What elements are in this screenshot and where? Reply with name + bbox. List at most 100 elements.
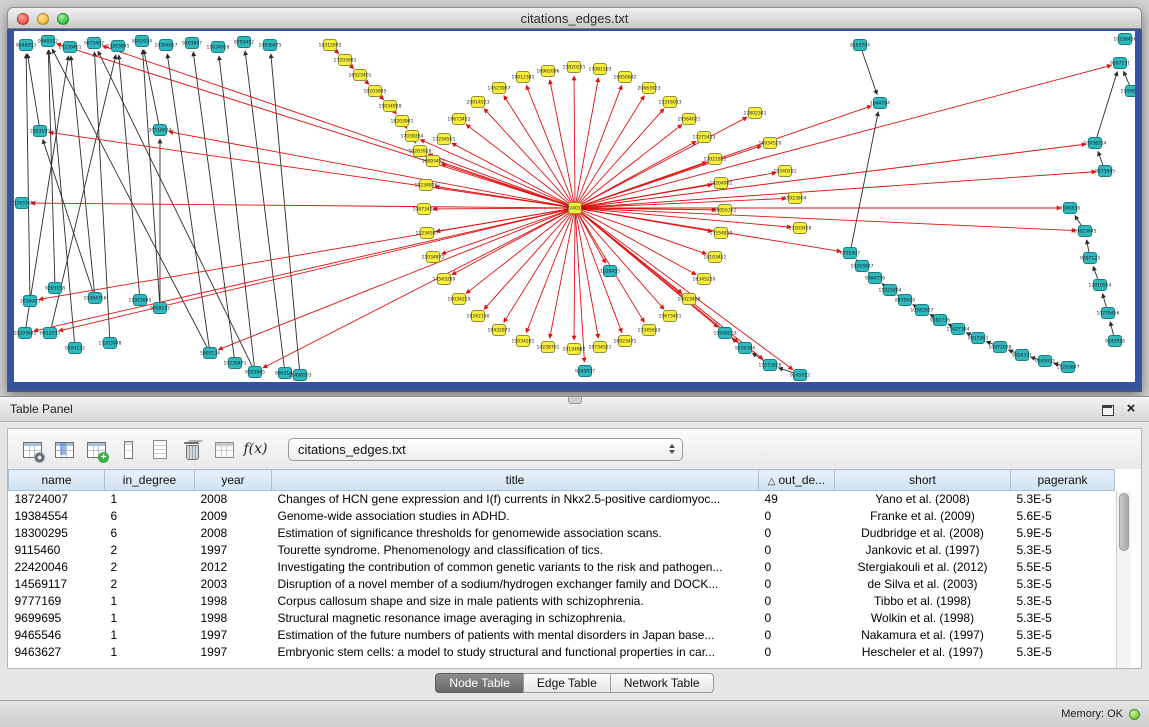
graph-node[interactable]: 9120384: [735, 343, 755, 354]
cell-pagerank[interactable]: 5.9E-5: [1011, 525, 1115, 542]
graph-node[interactable]: 10779456: [1097, 308, 1120, 319]
cell-out_de[interactable]: 0: [759, 627, 835, 644]
graph-node[interactable]: 19564021: [678, 114, 701, 125]
graph-edge[interactable]: [119, 55, 140, 300]
graph-node[interactable]: 16734521: [589, 342, 612, 353]
graph-node[interactable]: 18312045: [319, 40, 342, 51]
cell-title[interactable]: Genome-wide association studies in ADHD.: [272, 508, 759, 525]
cell-name[interactable]: 18724007: [9, 491, 105, 508]
cell-year[interactable]: 2009: [195, 508, 272, 525]
graph-node[interactable]: 10238471: [224, 358, 247, 369]
graph-node[interactable]: 15820231: [563, 62, 586, 73]
cell-short[interactable]: Tibbo et al. (1998): [835, 593, 1011, 610]
import-table-icon[interactable]: [210, 436, 237, 462]
cell-title[interactable]: Changes of HCN gene expression and I(f) …: [272, 491, 759, 508]
graph-node[interactable]: 17275413: [693, 132, 716, 143]
graph-node[interactable]: 8793452: [234, 37, 254, 48]
delete-column-icon[interactable]: [114, 436, 141, 462]
graph-edge[interactable]: [103, 46, 575, 208]
cell-name[interactable]: 18300295: [9, 525, 105, 542]
cell-year[interactable]: 1998: [195, 610, 272, 627]
graph-edge[interactable]: [27, 54, 40, 131]
cell-name[interactable]: 22420046: [9, 559, 105, 576]
graph-node[interactable]: 9587123: [1080, 253, 1100, 264]
graph-node[interactable]: 12010554: [1089, 280, 1112, 291]
graph-edge[interactable]: [144, 50, 160, 130]
graph-edge[interactable]: [219, 56, 255, 372]
cell-out_de[interactable]: 0: [759, 525, 835, 542]
graph-node[interactable]: 9340512: [38, 36, 58, 47]
graph-node[interactable]: 15673421: [659, 311, 682, 322]
cell-short[interactable]: Hescheler et al. (1997): [835, 644, 1011, 661]
table-row[interactable]: 969969511998Structural magnetic resonanc…: [9, 610, 1115, 627]
cell-name[interactable]: 9699695: [9, 610, 105, 627]
column-header-in_degree[interactable]: in_degree: [105, 470, 195, 491]
graph-node[interactable]: 16055361: [714, 205, 737, 216]
graph-edge[interactable]: [39, 208, 575, 299]
graph-node[interactable]: 16203918: [409, 146, 432, 157]
graph-edge[interactable]: [34, 208, 575, 331]
cell-title[interactable]: Estimation of significance thresholds fo…: [272, 525, 759, 542]
graph-node[interactable]: 18342190: [467, 311, 490, 322]
cell-title[interactable]: Estimation of the future numbers of pati…: [272, 627, 759, 644]
graph-node[interactable]: 10293845: [14, 328, 37, 339]
cell-short[interactable]: de Silva et al. (2003): [835, 576, 1011, 593]
graph-node[interactable]: 11923845: [129, 295, 152, 306]
graph-node[interactable]: 11234567: [416, 228, 439, 239]
cell-out_de[interactable]: 0: [759, 576, 835, 593]
graph-node[interactable]: 10583927: [911, 305, 934, 316]
graph-node[interactable]: 17203981: [334, 55, 357, 66]
table-row[interactable]: 1938455462009Genome-wide association stu…: [9, 508, 1115, 525]
graph-node[interactable]: 9384756: [865, 273, 885, 284]
graph-edge[interactable]: [484, 208, 575, 309]
graph-node[interactable]: 17802341: [744, 108, 767, 119]
graph-node[interactable]: 16893452: [422, 156, 445, 167]
column-header-short[interactable]: short: [835, 470, 1011, 491]
graph-edge[interactable]: [575, 173, 776, 208]
graph-node[interactable]: 18204981: [710, 178, 733, 189]
graph-node[interactable]: 18673452: [448, 114, 471, 125]
graph-node[interactable]: 11203845: [107, 41, 130, 52]
cell-in_degree[interactable]: 6: [105, 508, 195, 525]
graph-edge[interactable]: [428, 154, 575, 208]
cell-short[interactable]: Dudbridge et al. (2008): [835, 525, 1011, 542]
graph-node[interactable]: 18340291: [774, 166, 797, 177]
table-mode-icon[interactable]: [18, 436, 45, 462]
cell-out_de[interactable]: 0: [759, 542, 835, 559]
graph-node[interactable]: 2053105: [30, 126, 50, 137]
graph-node[interactable]: 10394857: [155, 40, 178, 51]
graph-node[interactable]: 8163704: [850, 40, 870, 51]
cell-pagerank[interactable]: 5.3E-5: [1011, 576, 1115, 593]
cell-out_de[interactable]: 49: [759, 491, 835, 508]
graph-edge[interactable]: [167, 54, 210, 353]
cell-in_degree[interactable]: 6: [105, 525, 195, 542]
graph-node[interactable]: 16034219: [448, 294, 471, 305]
graph-node[interactable]: 17554810: [710, 228, 733, 239]
table-row[interactable]: 946362711997Embryonic stem cells: a mode…: [9, 644, 1115, 661]
cell-title[interactable]: Tourette syndrome. Phenomenology and cla…: [272, 542, 759, 559]
graph-node[interactable]: 8475629: [895, 295, 915, 306]
table-scrollbar-thumb[interactable]: [1119, 493, 1129, 551]
cell-in_degree[interactable]: 2: [105, 542, 195, 559]
cell-name[interactable]: 9115460: [9, 542, 105, 559]
graph-node[interactable]: 10938214: [1084, 138, 1107, 149]
cell-year[interactable]: 1997: [195, 644, 272, 661]
graph-node[interactable]: 1644794: [870, 98, 890, 109]
tab-edge-table[interactable]: Edge Table: [523, 673, 611, 693]
graph-node[interactable]: 9203847: [182, 38, 202, 49]
new-table-icon[interactable]: [146, 436, 173, 462]
graph-node[interactable]: 17203458: [789, 223, 812, 234]
cell-in_degree[interactable]: 1: [105, 610, 195, 627]
table-row[interactable]: 1456911722003Disruption of a novel membe…: [9, 576, 1115, 593]
cell-short[interactable]: Franke et al. (2009): [835, 508, 1011, 525]
tab-network-table[interactable]: Network Table: [610, 673, 714, 693]
graph-node[interactable]: 20663923: [638, 83, 661, 94]
column-header-pagerank[interactable]: pagerank: [1011, 470, 1115, 491]
cell-title[interactable]: Corpus callosum shape and size in male p…: [272, 593, 759, 610]
cell-year[interactable]: 2008: [195, 491, 272, 508]
graph-node[interactable]: 9203158: [45, 283, 65, 294]
graph-node[interactable]: 6791907: [840, 248, 860, 259]
graph-node[interactable]: 18203941: [391, 116, 414, 127]
graph-edge[interactable]: [31, 203, 575, 208]
cell-short[interactable]: Jankovic et al. (1997): [835, 542, 1011, 559]
